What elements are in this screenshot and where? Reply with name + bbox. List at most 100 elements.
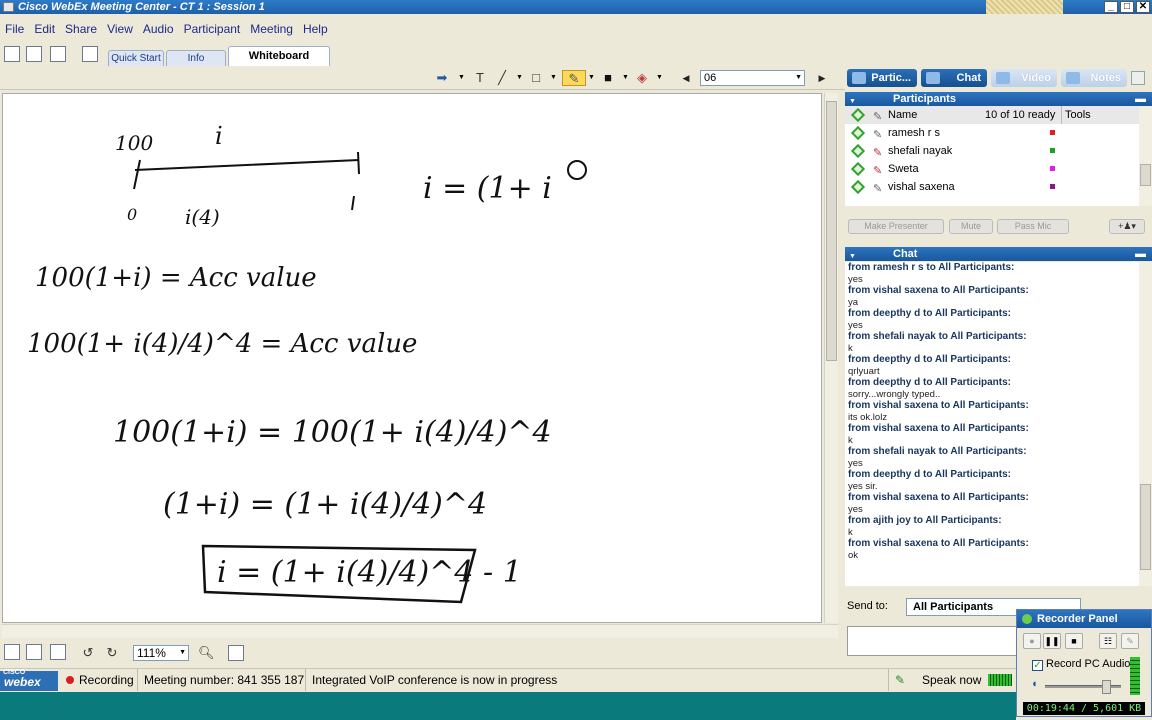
participant-actions: Make Presenter Mute Pass Mic +♟▾: [845, 216, 1152, 240]
minimize-button[interactable]: _: [1104, 1, 1118, 13]
tools-column-header[interactable]: Tools: [1061, 106, 1091, 124]
menu-audio[interactable]: Audio: [138, 20, 179, 38]
recorder-edit-icon[interactable]: ✎: [1121, 633, 1139, 649]
windows-icon[interactable]: [26, 46, 42, 62]
chevron-down-icon[interactable]: ▼: [516, 74, 523, 81]
highlighter-pen-icon[interactable]: ✎: [562, 70, 586, 86]
close-button[interactable]: ✕: [1136, 1, 1150, 13]
window-title: Cisco WebEx Meeting Center - CT 1 : Sess…: [18, 1, 265, 13]
maximize-button[interactable]: □: [1120, 1, 1134, 13]
make-presenter-button[interactable]: Make Presenter: [848, 219, 944, 234]
previous-page-icon[interactable]: ◀: [678, 70, 694, 86]
color-picker-icon[interactable]: ■: [600, 70, 616, 86]
chevron-down-icon[interactable]: ▼: [588, 74, 595, 81]
whiteboard-horizontal-scrollbar[interactable]: [2, 624, 838, 638]
tab-video[interactable]: Video: [991, 69, 1057, 87]
volume-slider[interactable]: [1045, 680, 1121, 694]
chevron-down-icon[interactable]: ▼: [458, 74, 465, 81]
participant-row[interactable]: ✎ Sweta: [845, 160, 1140, 178]
chevron-down-icon[interactable]: ▼: [622, 74, 629, 81]
volume-slider-knob[interactable]: [1102, 680, 1111, 694]
new-document-icon[interactable]: [4, 46, 20, 62]
add-participant-button[interactable]: +♟▾: [1109, 219, 1145, 234]
scroll-thumb[interactable]: [1140, 164, 1151, 186]
menu-share[interactable]: Share: [60, 20, 102, 38]
recorder-settings-icon[interactable]: ☷: [1099, 633, 1117, 649]
minimize-section-icon[interactable]: ▬: [1135, 247, 1146, 261]
stop-button[interactable]: ■: [1065, 633, 1083, 649]
hw-line: (1+i) = (1+ i(4)/4)^4: [163, 487, 487, 522]
eraser-icon[interactable]: ◈: [634, 70, 650, 86]
desktop-background: [0, 692, 1016, 720]
hw-line: 100(1+ i(4)/4)^4 = Acc value: [27, 329, 417, 359]
chat-bubble-icon: [926, 72, 940, 84]
sync-display-icon[interactable]: [228, 645, 244, 661]
menu-participant[interactable]: Participant: [179, 20, 246, 38]
chevron-down-icon[interactable]: ▼: [550, 74, 557, 81]
annotation-color-swatch: [1050, 130, 1055, 135]
record-audio-label: Record PC Audio: [1046, 658, 1131, 670]
page-selector[interactable]: 06 ▼: [700, 70, 805, 86]
pen-icon: ✎: [873, 147, 883, 159]
chevron-down-icon[interactable]: ▼: [656, 74, 663, 81]
tab-whiteboard[interactable]: Whiteboard: [228, 46, 330, 66]
participants-scrollbar[interactable]: [1139, 106, 1152, 206]
rectangle-tool-icon[interactable]: □: [528, 70, 544, 86]
recorder-header: Recorder Panel: [1017, 610, 1151, 628]
menu-file[interactable]: File: [0, 20, 29, 38]
timeline-tick: [133, 159, 141, 190]
participants-header[interactable]: ▼ Participants ▬: [845, 92, 1152, 106]
participant-row[interactable]: ✎ shefali nayak: [845, 142, 1140, 160]
tab-participants[interactable]: Partic...: [847, 69, 917, 87]
ready-count: 10 of 10 ready: [985, 109, 1056, 121]
line-tool-icon[interactable]: ╱: [494, 70, 510, 86]
minimize-section-icon[interactable]: ▬: [1135, 92, 1146, 106]
menu-edit[interactable]: Edit: [29, 20, 60, 38]
pass-mic-button[interactable]: Pass Mic: [997, 219, 1069, 234]
scroll-thumb[interactable]: [826, 101, 837, 361]
chat-message: from vishal saxena to All Participants: i…: [848, 400, 1029, 423]
pause-button[interactable]: ❚❚: [1043, 633, 1061, 649]
mute-button[interactable]: Mute: [949, 219, 993, 234]
participant-row[interactable]: ✎ vishal saxena: [845, 178, 1140, 196]
title-pattern: [986, 0, 1063, 14]
tab-notes[interactable]: Notes: [1061, 69, 1127, 87]
hw-line: i = (1+ i(4)/4)^4 - 1: [217, 555, 522, 590]
thumbnails-icon[interactable]: [4, 644, 20, 660]
tab-quick-start[interactable]: Quick Start: [108, 50, 164, 66]
send-to-label: Send to:: [847, 600, 888, 612]
name-column-header[interactable]: Name: [888, 106, 917, 124]
text-tool-icon[interactable]: T: [472, 70, 488, 86]
tab-row: Quick Start Info Whiteboard: [0, 42, 845, 66]
zoom-select[interactable]: 111% ▼: [133, 645, 189, 661]
status-diamond-icon: [850, 107, 866, 123]
chat-input[interactable]: [847, 626, 1019, 656]
participant-row[interactable]: ✎ ramesh r s: [845, 124, 1140, 142]
next-page-icon[interactable]: ▶: [814, 70, 830, 86]
audio-level-meter: [1130, 657, 1140, 695]
menu-meeting[interactable]: Meeting: [245, 20, 298, 38]
whiteboard-vertical-scrollbar[interactable]: [824, 93, 838, 623]
chat-scrollbar[interactable]: [1139, 262, 1152, 586]
panel-options-icon[interactable]: [1131, 71, 1145, 85]
annotate-icon[interactable]: [82, 46, 98, 62]
menu-bar: File Edit Share View Audio Participant Meeting…: [0, 20, 845, 38]
chat-header[interactable]: ▼ Chat ▬: [845, 247, 1152, 261]
rotate-left-icon[interactable]: ↺: [80, 645, 96, 661]
menu-view[interactable]: View: [102, 20, 138, 38]
hw-line: 100(1+i) = Acc value: [35, 263, 317, 293]
menu-help[interactable]: Help: [298, 20, 333, 38]
pointer-arrow-icon[interactable]: ➡: [434, 70, 450, 86]
record-button[interactable]: ●: [1023, 633, 1041, 649]
fullscreen-icon[interactable]: [50, 46, 66, 62]
whiteboard-canvas[interactable]: 100 i 0 i(4) i = (1+ i 100(1+i) = Acc va…: [2, 93, 822, 623]
zoom-icon[interactable]: 🔍︎: [198, 645, 215, 661]
record-audio-checkbox[interactable]: ✓: [1032, 660, 1043, 671]
tab-chat[interactable]: Chat: [921, 69, 987, 87]
scroll-thumb[interactable]: [1140, 484, 1151, 570]
grid-view-icon[interactable]: [50, 644, 66, 660]
rotate-right-icon[interactable]: ↻: [104, 645, 120, 661]
recording-status-text: Recording: [79, 673, 134, 687]
tab-info[interactable]: Info: [166, 50, 226, 66]
list-view-icon[interactable]: [26, 644, 42, 660]
